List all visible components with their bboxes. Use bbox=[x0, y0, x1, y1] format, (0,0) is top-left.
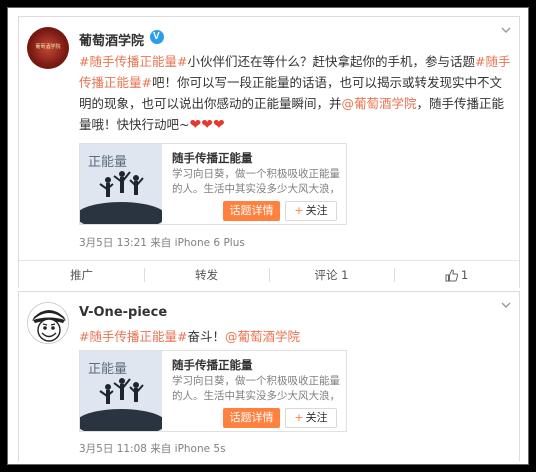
thumbs-up-icon bbox=[445, 269, 458, 282]
luffy-avatar-icon bbox=[28, 303, 68, 343]
card-title[interactable]: 随手传播正能量 bbox=[172, 150, 253, 166]
post-source: iPhone 6 Plus bbox=[174, 237, 245, 249]
author-name[interactable]: V-One-piece bbox=[79, 305, 167, 320]
topic-thumbnail: 正能量 bbox=[80, 144, 162, 224]
like-button[interactable]: 1 bbox=[394, 261, 519, 289]
card-description: 学习向日葵，做一个积极吸收正能量的人。生活中其实没多少大风大浪， bbox=[172, 375, 340, 402]
mention-link[interactable]: @葡萄酒学院 bbox=[225, 329, 300, 344]
follow-button-label: 关注 bbox=[305, 204, 328, 217]
post-from-label: 来自 bbox=[150, 443, 172, 455]
follow-button[interactable]: + 关注 bbox=[285, 201, 337, 221]
topic-details-button[interactable]: 话题详情 bbox=[223, 408, 280, 428]
topic-details-button[interactable]: 话题详情 bbox=[223, 201, 280, 221]
post-from-label: 来自 bbox=[150, 237, 172, 249]
thumb-text: 正能量 bbox=[88, 362, 127, 377]
promote-button[interactable]: 推广 bbox=[19, 261, 144, 289]
heart-emoji-icon: ❤❤❤ bbox=[189, 117, 225, 133]
repost-button[interactable]: 转发 bbox=[144, 261, 269, 289]
post-text-segment: 小伙伴们还在等什么？赶快拿起你的手机，参与话题 bbox=[187, 54, 475, 69]
comment-button[interactable]: 评论 1 bbox=[269, 261, 394, 289]
action-bar: 推广 转发 评论 1 1 bbox=[19, 260, 519, 288]
hashtag-link[interactable]: #随手传播正能量# bbox=[79, 329, 187, 344]
follow-button[interactable]: + 关注 bbox=[285, 408, 337, 428]
like-count: 1 bbox=[460, 268, 469, 282]
topic-card[interactable]: 正能量 随手传播正能量 学习向日葵，做一个积极吸收正能量的人。生活中其实没多少大… bbox=[79, 350, 347, 432]
post-meta: 3月5日 13:21 来自 iPhone 6 Plus bbox=[79, 235, 245, 250]
thumb-text: 正能量 bbox=[88, 155, 127, 170]
author-name[interactable]: 葡萄酒学院 bbox=[79, 30, 144, 49]
weibo-post: V-One-piece #随手传播正能量#奋斗！@葡萄酒学院 正能量 随手传播正… bbox=[18, 291, 520, 461]
chevron-down-icon[interactable] bbox=[501, 25, 511, 35]
avatar-logo-text: 葡萄酒学院 bbox=[35, 44, 61, 50]
topic-thumbnail: 正能量 bbox=[80, 351, 162, 431]
avatar[interactable]: 葡萄酒学院 bbox=[27, 27, 69, 69]
post-text-segment: 奋斗！ bbox=[187, 329, 225, 344]
post-text: #随手传播正能量#奋斗！@葡萄酒学院 bbox=[79, 326, 511, 347]
plus-icon: + bbox=[294, 204, 304, 217]
mention-link[interactable]: @葡萄酒学院 bbox=[342, 96, 417, 111]
follow-button-label: 关注 bbox=[305, 411, 328, 424]
verified-icon bbox=[150, 30, 164, 44]
post-time[interactable]: 3月5日 11:08 bbox=[79, 443, 147, 455]
weibo-post: 葡萄酒学院 葡萄酒学院 #随手传播正能量#小伙伴们还在等什么？赶快拿起你的手机，… bbox=[18, 16, 520, 288]
post-source: iPhone 5s bbox=[174, 443, 226, 455]
screenshot-frame: 葡萄酒学院 葡萄酒学院 #随手传播正能量#小伙伴们还在等什么？赶快拿起你的手机，… bbox=[7, 7, 529, 465]
card-description: 学习向日葵，做一个积极吸收正能量的人。生活中其实没多少大风大浪， bbox=[172, 168, 340, 195]
topic-card[interactable]: 正能量 随手传播正能量 学习向日葵，做一个积极吸收正能量的人。生活中其实没多少大… bbox=[79, 143, 347, 225]
chevron-down-icon[interactable] bbox=[501, 300, 511, 310]
hashtag-link[interactable]: #随手传播正能量# bbox=[79, 54, 187, 69]
post-time[interactable]: 3月5日 13:21 bbox=[79, 237, 147, 249]
plus-icon: + bbox=[294, 411, 304, 424]
post-meta: 3月5日 11:08 来自 iPhone 5s bbox=[79, 441, 226, 456]
card-title[interactable]: 随手传播正能量 bbox=[172, 357, 253, 373]
avatar[interactable] bbox=[27, 302, 69, 344]
post-text: #随手传播正能量#小伙伴们还在等什么？赶快拿起你的手机，参与话题#随手传播正能量… bbox=[79, 51, 511, 136]
